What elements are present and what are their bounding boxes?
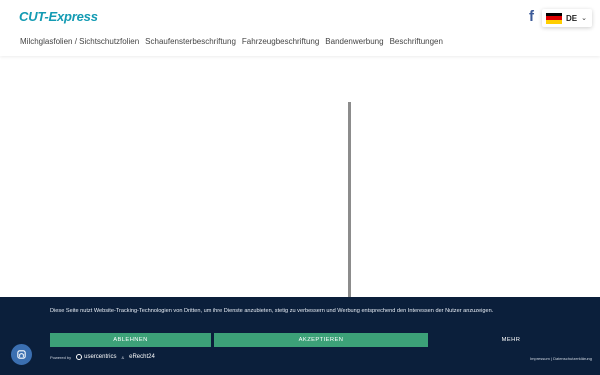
main-nav: Milchglasfolien / Sichtschutzfolien Scha… [20,37,443,46]
legal-links[interactable]: Impressum | Datenschutzerklärung [530,356,592,361]
deny-button[interactable]: ABLEHNEN [50,333,211,347]
ampersand: & [121,354,125,360]
germany-flag-icon [546,12,562,24]
nav-item-bandenwerbung[interactable]: Bandenwerbung [325,37,383,46]
powered-by: Powered by usercentrics & eRecht24 [50,354,155,360]
accept-button[interactable]: AKZEPTIEREN [214,333,428,347]
nav-item-schaufensterbeschriftung[interactable]: Schaufensterbeschriftung [145,37,236,46]
nav-item-fahrzeugbeschriftung[interactable]: Fahrzeugbeschriftung [242,37,319,46]
site-logo[interactable]: CUT-Express [19,9,98,24]
cookie-consent-banner: Diese Seite nutzt Website-Tracking-Techn… [0,297,600,375]
language-label: DE [566,13,578,23]
erecht24-logo[interactable]: eRecht24 [129,354,155,360]
usercentrics-logo[interactable]: usercentrics [76,354,116,360]
more-button[interactable]: MEHR [432,333,590,347]
facebook-icon[interactable]: f [529,9,539,25]
chevron-down-icon: ⌄ [581,15,587,22]
fingerprint-icon [17,350,26,359]
site-header: CUT-Express f DE ⌄ Milchglasfolien / Sic… [0,0,600,56]
language-selector[interactable]: DE ⌄ [542,9,592,27]
nav-item-beschriftungen[interactable]: Beschriftungen [390,37,443,46]
consent-text: Diese Seite nutzt Website-Tracking-Techn… [50,308,494,314]
content-divider [348,102,351,302]
powered-by-label: Powered by [50,354,72,360]
privacy-settings-button[interactable] [9,342,34,367]
nav-item-milchglasfolien[interactable]: Milchglasfolien / Sichtschutzfolien [20,37,139,46]
usercentrics-icon [76,354,83,360]
